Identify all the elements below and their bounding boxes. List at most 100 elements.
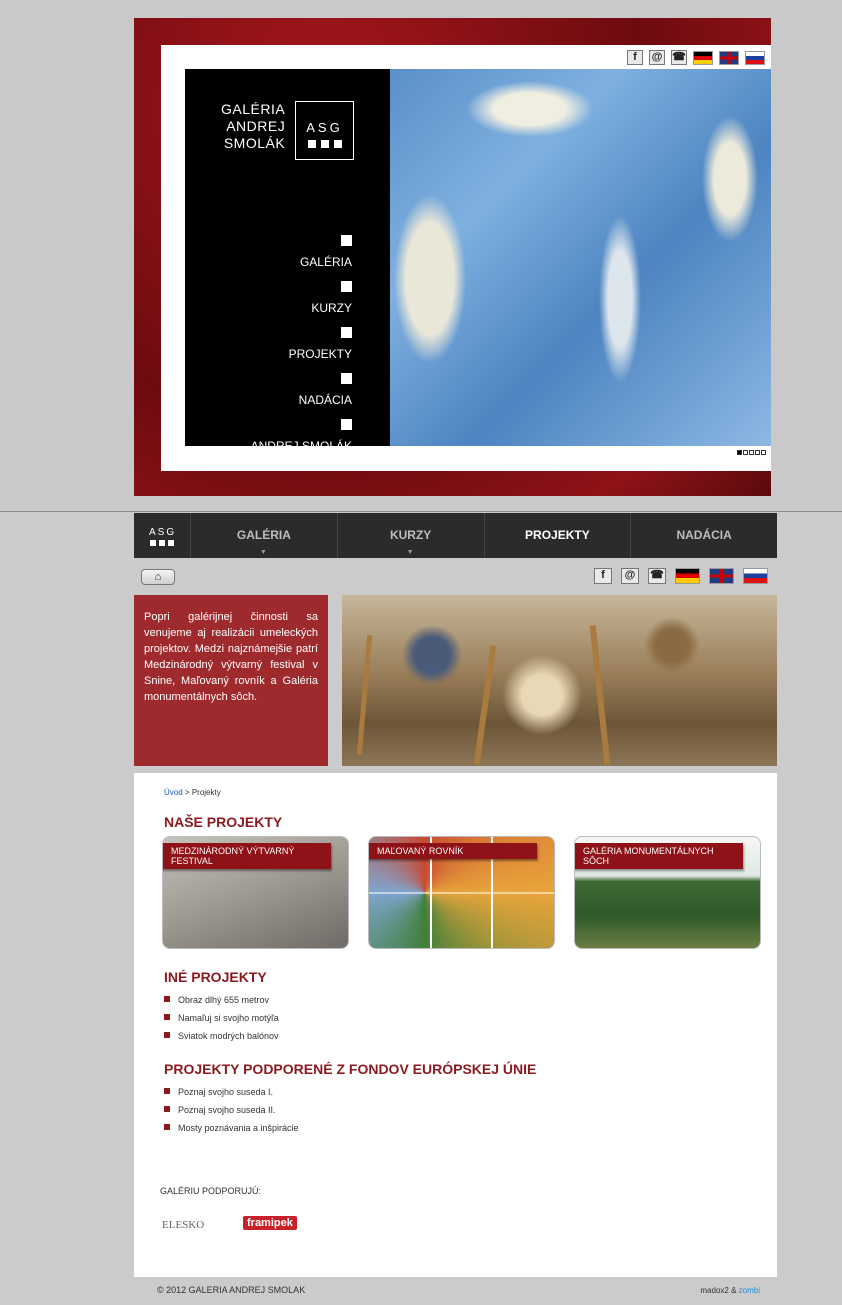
nav-item-label: NADÁCIA: [676, 528, 732, 542]
logo-line: ANDREJ: [226, 118, 286, 134]
hero-menu-label: KURZY: [311, 301, 352, 315]
hero-artwork-image: [390, 69, 771, 446]
slide-dot[interactable]: [755, 450, 760, 455]
eu-projects-list: Poznaj svojho suseda I. Poznaj svojho su…: [164, 1083, 299, 1137]
hero-menu-item-galeria[interactable]: GALÉRIA: [251, 233, 352, 269]
copyright-text: © 2012 GALERIA ANDREJ SMOLAK: [157, 1285, 306, 1295]
square-icon: [341, 235, 352, 246]
sponsor-name: ELESKO: [162, 1219, 205, 1231]
slide-dot[interactable]: [749, 450, 754, 455]
hero-menu-item-projekty[interactable]: PROJEKTY: [251, 325, 352, 361]
breadcrumb-current: > Projekty: [184, 788, 221, 797]
breadcrumb-home-link[interactable]: Úvod: [164, 788, 183, 797]
hero-black-panel: GALÉRIA ANDREJ SMOLÁK ASG GALÉRIA KURZY …: [185, 69, 390, 453]
footer: © 2012 GALERIA ANDREJ SMOLAK madox2 & zo…: [134, 1277, 777, 1305]
facebook-icon[interactable]: f: [627, 50, 643, 65]
facebook-icon[interactable]: f: [594, 568, 612, 584]
slide-dot[interactable]: [743, 450, 748, 455]
logo-square-icon: [168, 540, 174, 546]
logo-square-icon: [321, 140, 329, 148]
section-title-other-projects: INÉ PROJEKTY: [164, 969, 267, 985]
nav-item-nadacia[interactable]: NADÁCIA: [631, 513, 777, 558]
section-title-eu-projects: PROJEKTY PODPORENÉ Z FONDOV EURÓPSKEJ ÚN…: [164, 1061, 537, 1077]
chevron-down-icon: ▼: [259, 549, 267, 556]
nav-item-label: GALÉRIA: [236, 528, 291, 542]
nav-item-galeria[interactable]: GALÉRIA ▼: [191, 513, 338, 558]
nav-logo[interactable]: ASG: [134, 513, 191, 558]
uk-flag-icon[interactable]: [719, 50, 739, 65]
easel-shape: [589, 625, 611, 765]
hero-logo-text[interactable]: GALÉRIA ANDREJ SMOLÁK: [221, 101, 285, 152]
list-item[interactable]: Mosty poznávania a inšpirácie: [164, 1119, 299, 1137]
hero-menu-label: ANDREJ SMOLÁK: [250, 439, 352, 453]
easel-shape: [473, 645, 497, 765]
project-card-festival[interactable]: MEDZINÁRODNÝ VÝTVARNÝ FESTIVAL: [162, 836, 349, 949]
hero-band: f @ ☎ GALÉRIA ANDREJ SMOLÁK ASG GALÉRIA …: [0, 0, 842, 512]
email-icon[interactable]: @: [649, 50, 665, 65]
logo-badge-text: ASG: [306, 120, 343, 135]
slovak-flag-icon[interactable]: [743, 568, 768, 584]
slide-dot[interactable]: [761, 450, 766, 455]
square-icon: [341, 281, 352, 292]
project-card-malovany-rovnik[interactable]: MAĽOVANÝ ROVNÍK: [368, 836, 555, 949]
main-content: Úvod > Projekty NAŠE PROJEKTY MEDZINÁROD…: [134, 773, 777, 1277]
other-projects-list: Obraz dlhý 655 metrov Namaľuj si svojho …: [164, 991, 279, 1045]
intro-text-box: Popri galérijnej činnosti sa venujeme aj…: [134, 595, 328, 766]
home-button[interactable]: ⌂: [141, 569, 175, 585]
german-flag-icon[interactable]: [693, 50, 713, 65]
project-cards: MEDZINÁRODNÝ VÝTVARNÝ FESTIVAL MAĽOVANÝ …: [162, 836, 761, 949]
logo-square-icon: [150, 540, 156, 546]
easel-shape: [356, 635, 373, 755]
logo-line: GALÉRIA: [221, 101, 286, 117]
credit-link[interactable]: zombi: [739, 1286, 760, 1295]
nav-item-kurzy[interactable]: KURZY ▼: [338, 513, 485, 558]
slovak-flag-icon[interactable]: [745, 50, 765, 65]
list-item[interactable]: Poznaj svojho suseda I.: [164, 1083, 299, 1101]
hero-menu-item-nadacia[interactable]: NADÁCIA: [251, 371, 352, 407]
nav-item-label: PROJEKTY: [525, 528, 590, 542]
hero-menu-item-kurzy[interactable]: KURZY: [251, 279, 352, 315]
chevron-down-icon: ▼: [406, 549, 414, 556]
credit-text: madox2 &: [700, 1286, 737, 1295]
phone-icon[interactable]: ☎: [648, 568, 666, 584]
nav-item-label: KURZY: [389, 528, 432, 542]
square-icon: [341, 419, 352, 430]
square-icon: [341, 327, 352, 338]
german-flag-icon[interactable]: [675, 568, 700, 584]
phone-icon[interactable]: ☎: [671, 50, 687, 65]
asg-logo-badge[interactable]: ASG: [295, 101, 354, 160]
credits: madox2 & zombi: [700, 1286, 760, 1295]
hero-top-icons: f @ ☎: [627, 50, 765, 65]
hero-menu-item-andrej-smolak[interactable]: ANDREJ SMOLÁK: [251, 417, 352, 453]
slide-dot[interactable]: [737, 450, 742, 455]
hero-menu-label: PROJEKTY: [288, 347, 352, 361]
sponsor-name: framipek: [247, 1217, 293, 1229]
nav-logo-text: ASG: [149, 527, 177, 538]
list-item[interactable]: Namaľuj si svojho motýľa: [164, 1009, 279, 1027]
sponsor-elesko-logo[interactable]: ELESKO: [162, 1219, 204, 1231]
logo-square-icon: [159, 540, 165, 546]
logo-line: SMOLÁK: [223, 135, 286, 151]
breadcrumb: Úvod > Projekty: [164, 788, 221, 797]
sponsor-framipek-logo[interactable]: framipek: [243, 1216, 297, 1230]
project-card-galeria-soch[interactable]: GALÉRIA MONUMENTÁLNYCH SÔCH: [574, 836, 761, 949]
uk-flag-icon[interactable]: [709, 568, 734, 584]
hero-menu-label: NADÁCIA: [298, 393, 352, 407]
nav-item-projekty[interactable]: PROJEKTY: [485, 513, 632, 558]
card-title: MEDZINÁRODNÝ VÝTVARNÝ FESTIVAL: [163, 843, 331, 869]
card-title: GALÉRIA MONUMENTÁLNYCH SÔCH: [575, 843, 743, 869]
intro-text: Popri galérijnej činnosti sa venujeme aj…: [144, 611, 318, 703]
utility-icons: f @ ☎: [594, 568, 768, 584]
section-title-our-projects: NAŠE PROJEKTY: [164, 814, 283, 830]
card-title: MAĽOVANÝ ROVNÍK: [369, 843, 537, 859]
main-nav: ASG GALÉRIA ▼ KURZY ▼ PROJEKTY NADÁCIA: [134, 513, 777, 558]
hero-menu-label: GALÉRIA: [299, 255, 352, 269]
list-item[interactable]: Obraz dlhý 655 metrov: [164, 991, 279, 1009]
slide-indicators: [737, 450, 766, 455]
home-icon: ⌂: [154, 571, 162, 583]
square-icon: [341, 373, 352, 384]
list-item[interactable]: Poznaj svojho suseda II.: [164, 1101, 299, 1119]
logo-square-icon: [334, 140, 342, 148]
list-item[interactable]: Sviatok modrých balónov: [164, 1027, 279, 1045]
email-icon[interactable]: @: [621, 568, 639, 584]
